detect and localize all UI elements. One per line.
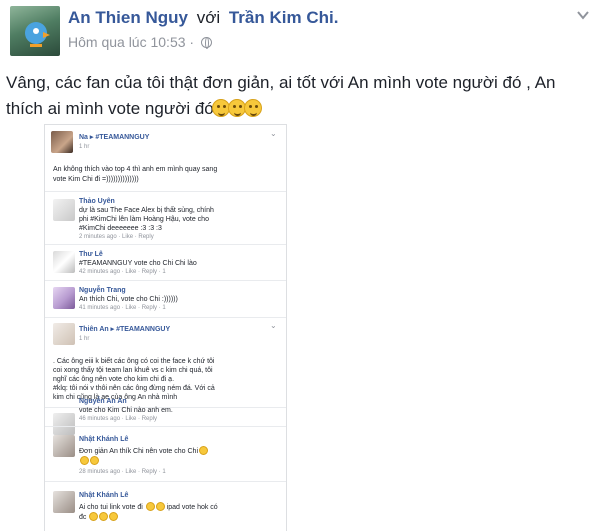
comment-avatar: [53, 413, 75, 435]
divider: [45, 244, 286, 245]
divider: [45, 481, 286, 482]
op-time: 1 hr: [79, 144, 90, 150]
tagged-name-link[interactable]: Trần Kim Chi.: [229, 8, 339, 27]
comment-meta[interactable]: 2 minutes ago · Like · Reply: [79, 233, 154, 242]
comment-text: #TEAMANNGUY vote cho Chi Chi lào: [79, 260, 197, 267]
comment-author: Nhật Khánh Lê: [79, 492, 129, 499]
post-time[interactable]: Hôm qua lúc 10:53 ·: [68, 34, 194, 50]
with-text: với: [196, 8, 221, 27]
op-text-2: vote Kim Chi đi =)))))))))))))): [53, 176, 139, 183]
comment-author: Thảo Uyên: [79, 198, 115, 205]
embedded-screenshot[interactable]: Na ▸ #TEAMANNGUY 1 hr ⌄ An không thích v…: [44, 124, 287, 531]
comment-text: Ai cho tui link vote đi ipad vote hok có: [79, 502, 218, 512]
post-body: Vâng, các fan của tôi thật đơn giản, ai …: [6, 70, 588, 122]
post-text: #klq: tôi nói v thôi nên các ông đừng né…: [53, 385, 215, 392]
comment-avatar: [53, 287, 75, 309]
post-author-line: An Thien Nguy với Trần Kim Chi.: [68, 8, 338, 28]
comment-avatar: [53, 491, 75, 513]
laughing-emoji-icon: [243, 99, 262, 117]
comment-author: Nhật Khánh Lê: [79, 436, 129, 443]
author-avatar[interactable]: [10, 6, 60, 56]
comment-time: 1 hr: [79, 336, 90, 342]
chevron-down-icon: ⌄: [270, 321, 277, 330]
comment-text-span: Ai cho tui link vote đi: [79, 504, 143, 511]
chevron-down-icon: ⌄: [270, 129, 277, 138]
laughing-emoji-icon: [80, 456, 89, 465]
post-text-line1: Vâng, các fan của tôi thật đơn giản, ai …: [6, 73, 556, 92]
op-author: Na ▸ #TEAMANNGUY: [79, 134, 150, 141]
laughing-emoji-icon: [109, 512, 119, 521]
comment-meta[interactable]: 46 minutes ago · Like · Reply: [79, 415, 157, 424]
divider: [45, 317, 286, 318]
laughing-emoji-icon: [89, 512, 99, 521]
laughing-emoji-icon: [155, 502, 165, 511]
comment-avatar: [53, 251, 75, 273]
comment-author: Nguyễn Trang: [79, 287, 126, 294]
post-text: nghĩ các ông nên vote cho kim chi đi ạ.: [53, 376, 175, 383]
comment-text-span: ipad vote hok có: [166, 504, 218, 511]
comment-text: An thích Chi, vote cho Chi :)))))): [79, 296, 178, 303]
comment-text: Đơn giản An thík Chi nên vote cho Chi: [79, 446, 208, 456]
divider: [45, 280, 286, 281]
comment-author: Thư Lê: [79, 251, 103, 258]
comment-avatar: [53, 323, 75, 345]
post-text-line2: thích ai mình vote người đó: [6, 99, 214, 118]
chevron-down-icon[interactable]: [576, 8, 590, 22]
author-name-link[interactable]: An Thien Nguy: [68, 8, 188, 27]
comment-avatar: [53, 435, 75, 457]
comment-text: đc: [79, 512, 119, 522]
comment-text-span: Đơn giản An thík Chi nên vote cho Chi: [79, 448, 198, 455]
globe-icon: [200, 37, 212, 49]
comment-avatar: [53, 199, 75, 221]
comment-text-span: đc: [79, 514, 87, 521]
laughing-emoji-icon: [145, 502, 155, 511]
comment-meta[interactable]: 41 minutes ago · Like · Reply · 1: [79, 304, 166, 313]
laughing-emoji-icon: [90, 456, 99, 465]
comment-text: dự là sau The Face Alex bị thất sủng, ch…: [79, 207, 214, 214]
comment-meta[interactable]: 42 minutes ago · Like · Reply · 1: [79, 268, 166, 277]
post-timestamp[interactable]: Hôm qua lúc 10:53 ·: [68, 34, 212, 50]
divider: [45, 426, 286, 427]
comment-text: vote cho Kim Chi nào anh em.: [79, 407, 173, 414]
divider: [45, 191, 286, 192]
op-avatar: [51, 131, 73, 153]
comment-meta[interactable]: 28 minutes ago · Like · Reply · 1: [79, 468, 166, 477]
post-text: . Các ông eiii k biết các ông có coi the…: [53, 358, 215, 365]
comment-emoji-row: [79, 456, 99, 466]
comment-text: #KimChi deeeeeee :3 :3 :3: [79, 225, 162, 232]
post-text: coi xong thấy tội team lan khuê vs c kim…: [53, 367, 213, 374]
laughing-emoji-icon: [199, 446, 208, 455]
comment-text: phi #KimChi lên làm Hoàng Hậu, vote cho: [79, 216, 209, 223]
op-text-1: An không thích vào top 4 thì anh em mình…: [53, 166, 218, 173]
post-header: An Thien Nguy với Trần Kim Chi. Hôm qua …: [6, 4, 594, 60]
comment-author: Nguyễn An An: [79, 398, 127, 405]
laughing-emoji-icon: [99, 512, 109, 521]
comment-author: Thiên An ▸ #TEAMANNGUY: [79, 326, 171, 333]
